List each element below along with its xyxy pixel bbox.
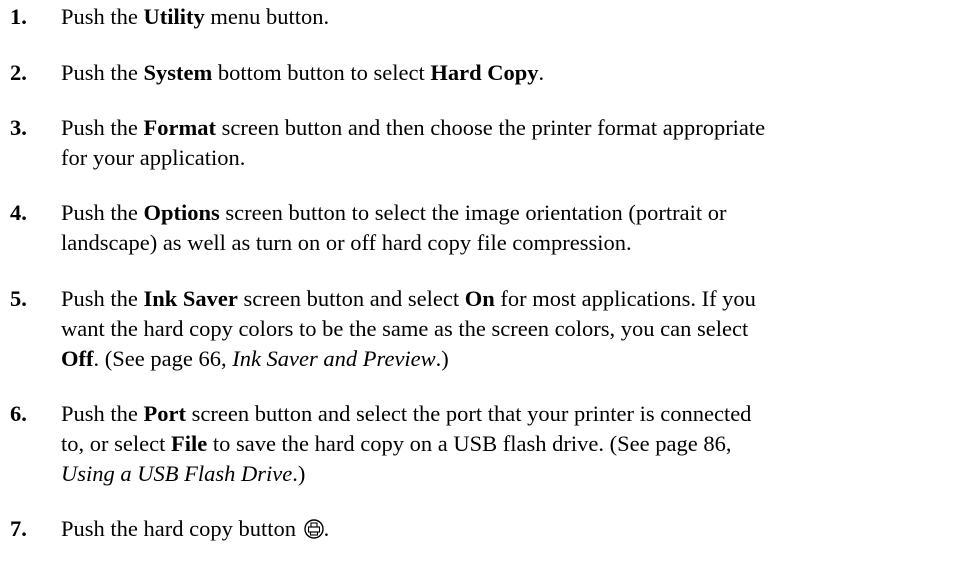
- step-line: Push the Ink Saver screen button and sel…: [61, 284, 756, 314]
- bold-term: Utility: [143, 4, 205, 29]
- text-run: for most applications. If you: [494, 286, 756, 311]
- text-run: to, or select: [61, 431, 171, 456]
- bold-term: Port: [143, 401, 186, 426]
- step-text: Push the Utility menu button.: [61, 2, 329, 32]
- text-run: menu button.: [204, 4, 330, 29]
- printer-icon: [303, 517, 324, 539]
- text-run: bottom button to select: [212, 60, 431, 85]
- step-line: landscape) as well as turn on or off har…: [61, 228, 727, 258]
- bold-term: Hard Copy: [430, 60, 539, 85]
- text-run: screen button and select the port that y…: [186, 401, 752, 426]
- step-text: Push the Options screen button to select…: [61, 198, 727, 258]
- text-run: Push the: [61, 401, 144, 426]
- step-line: Using a USB Flash Drive.): [61, 459, 751, 489]
- step-line: Push the Utility menu button.: [61, 2, 329, 32]
- step-number: 1.: [10, 4, 27, 29]
- text-run: Push the hard copy button: [61, 516, 302, 541]
- step-line: Push the Options screen button to select…: [61, 198, 727, 228]
- text-run: Push the: [61, 115, 144, 140]
- text-run: Push the: [61, 200, 144, 225]
- step-number: 4.: [10, 200, 27, 225]
- text-run: landscape) as well as turn on or off har…: [61, 230, 632, 255]
- bold-term: System: [143, 60, 213, 85]
- step-line: Push the System bottom button to select …: [61, 58, 544, 88]
- step-line: Off. (See page 66, Ink Saver and Preview…: [61, 344, 756, 374]
- step-line: Push the hard copy button .: [61, 514, 329, 544]
- step-number: 2.: [10, 60, 27, 85]
- page-reference: Ink Saver and Preview: [232, 346, 436, 371]
- text-run: screen button and select: [237, 286, 465, 311]
- step-text: Push the Port screen button and select t…: [61, 399, 751, 489]
- text-run: Push the: [61, 60, 144, 85]
- instruction-document: 1. Push the Utility menu button. 2. Push…: [0, 0, 979, 565]
- step-line: Push the Format screen button and then c…: [61, 113, 765, 143]
- page-reference: Using a USB Flash Drive: [61, 461, 293, 486]
- text-run: for your application.: [61, 145, 246, 170]
- bold-term: File: [170, 431, 208, 456]
- step-line: want the hard copy colors to be the same…: [61, 314, 756, 344]
- step-text: Push the hard copy button .: [61, 514, 329, 544]
- bold-term: Format: [143, 115, 216, 140]
- step-line: to, or select File to save the hard copy…: [61, 429, 751, 459]
- text-run: . (See page 66,: [93, 346, 233, 371]
- step-text: Push the Format screen button and then c…: [61, 113, 765, 173]
- step-number: 7.: [10, 516, 27, 541]
- text-run: screen button to select the image orient…: [219, 200, 727, 225]
- text-run: screen button and then choose the printe…: [215, 115, 766, 140]
- step-line: Push the Port screen button and select t…: [61, 399, 751, 429]
- text-run: .): [292, 461, 306, 486]
- step-text: Push the Ink Saver screen button and sel…: [61, 284, 756, 374]
- text-run: want the hard copy colors to be the same…: [61, 316, 749, 341]
- text-run: to save the hard copy on a USB flash dri…: [207, 431, 732, 456]
- bold-term: On: [464, 286, 495, 311]
- text-run: .: [538, 60, 545, 85]
- text-run: .): [435, 346, 449, 371]
- bold-term: Ink Saver: [143, 286, 238, 311]
- step-number: 3.: [10, 115, 27, 140]
- step-line: for your application.: [61, 143, 765, 173]
- text-run: .: [323, 516, 330, 541]
- bold-term: Options: [143, 200, 220, 225]
- step-number: 6.: [10, 401, 27, 426]
- bold-term: Off: [61, 346, 94, 371]
- text-run: Push the: [61, 4, 144, 29]
- step-text: Push the System bottom button to select …: [61, 58, 544, 88]
- step-number: 5.: [10, 286, 27, 311]
- text-run: Push the: [61, 286, 144, 311]
